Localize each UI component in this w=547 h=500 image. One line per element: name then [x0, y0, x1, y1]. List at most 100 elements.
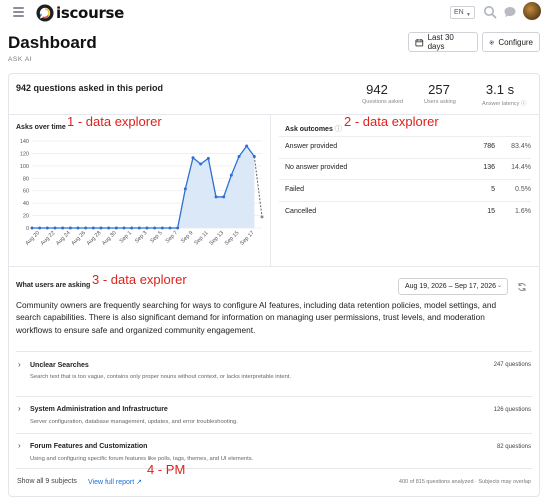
- annotation-2: 2 - data explorer: [344, 114, 439, 129]
- analyzed-count: 400 of 815 questions analyzed · Subjects…: [398, 479, 531, 485]
- y-tick-label: 80: [23, 176, 29, 182]
- y-tick-label: 60: [23, 189, 29, 195]
- data-point: [183, 187, 187, 191]
- outcome-percent: 1.6%: [515, 208, 531, 215]
- data-point: [76, 226, 80, 230]
- outcome-percent: 14.4%: [511, 164, 531, 171]
- y-tick-label: 100: [20, 164, 29, 170]
- ask-outcomes-label: Ask outcomes: [285, 126, 333, 133]
- chevron-right-icon[interactable]: ›: [18, 441, 21, 450]
- data-point: [114, 226, 118, 230]
- stat-label: Answer latency ⓘ: [482, 99, 526, 107]
- x-tick-label: Aug 30: [101, 230, 118, 247]
- topic-description: Server configuration, database managemen…: [30, 419, 238, 425]
- data-point: [237, 155, 241, 159]
- logo-text: iscourse: [56, 4, 125, 22]
- search-icon[interactable]: [483, 5, 497, 19]
- view-full-report-label: View full report: [88, 479, 135, 486]
- chevron-right-icon[interactable]: ›: [18, 360, 21, 369]
- stat-value: 3.1 s: [485, 82, 515, 97]
- data-point: [61, 226, 65, 230]
- row-divider: [279, 136, 531, 137]
- calendar-icon: [415, 38, 424, 46]
- topic-count: 126 questions: [493, 407, 531, 413]
- asks-over-time-title: Asks over time: [16, 124, 66, 131]
- outcome-label: No answer provided: [285, 164, 348, 171]
- x-tick-label: Sep 5: [149, 230, 163, 244]
- chevron-down-icon: ▼: [466, 12, 471, 18]
- menu-icon[interactable]: [13, 7, 24, 17]
- x-tick-label: Sep 9: [180, 230, 194, 244]
- ask-outcomes-title: Ask outcomes ⓘ: [285, 124, 342, 134]
- divider: [16, 396, 532, 397]
- y-tick-label: 140: [20, 139, 29, 145]
- x-tick-label: Sep 3: [134, 230, 148, 244]
- info-icon[interactable]: ⓘ: [335, 126, 342, 133]
- stat-value: 942: [366, 82, 388, 97]
- configure-button[interactable]: Configure: [482, 32, 540, 52]
- row-divider: [279, 179, 531, 180]
- topic-count: 247 questions: [493, 362, 531, 368]
- logo[interactable]: iscourse: [36, 4, 124, 22]
- view-full-report-link[interactable]: View full report ↗: [88, 478, 142, 486]
- x-tick-label: Sep 13: [209, 230, 226, 247]
- external-link-icon: ↗: [136, 479, 142, 486]
- info-icon[interactable]: ⓘ: [521, 101, 527, 107]
- data-point: [153, 226, 157, 230]
- stat-users-asking: 257 Users asking: [424, 82, 456, 105]
- stat-answer-latency: 3.1 s Answer latency ⓘ: [482, 82, 526, 107]
- top-bar: iscourse EN ▼: [0, 0, 547, 26]
- stat-label-text: Answer latency: [482, 101, 520, 107]
- date-period-button[interactable]: Last 30 days: [408, 32, 478, 52]
- annotation-1: 1 - data explorer: [67, 114, 162, 129]
- page-subtitle: ASK AI: [8, 56, 33, 63]
- users-asking-title: What users are asking: [16, 282, 91, 289]
- stat-questions-asked: 942 Questions asked: [362, 82, 403, 105]
- divider: [16, 351, 532, 352]
- language-value: EN: [454, 9, 464, 16]
- y-tick-label: 120: [20, 151, 29, 157]
- outcome-percent: 0.5%: [515, 186, 531, 193]
- outcome-row: No answer provided 136 14.4%: [285, 162, 531, 176]
- data-point: [122, 226, 126, 230]
- language-select[interactable]: EN ▼: [450, 6, 475, 19]
- date-range-select[interactable]: Aug 19, 2026 – Sep 17, 2026 ⌄: [398, 278, 508, 295]
- stat-label: Users asking: [424, 99, 456, 105]
- data-point: [176, 226, 180, 230]
- data-point: [191, 156, 195, 160]
- data-point: [206, 156, 210, 160]
- y-tick-label: 20: [23, 214, 29, 220]
- outcome-row: Answer provided 786 83.4%: [285, 141, 531, 155]
- x-tick-label: Sep 11: [193, 230, 209, 246]
- configure-label: Configure: [498, 37, 533, 47]
- x-tick-label: Sep 1: [119, 230, 133, 244]
- outcome-count: 136: [483, 164, 495, 171]
- chevron-right-icon[interactable]: ›: [18, 404, 21, 413]
- divider: [9, 266, 539, 267]
- data-point: [145, 226, 149, 230]
- row-divider: [279, 201, 531, 202]
- date-period-label: Last 30 days: [427, 33, 454, 51]
- data-point: [260, 215, 264, 219]
- data-point: [168, 226, 172, 230]
- data-point: [137, 226, 141, 230]
- annotation-4: 4 - PM: [147, 462, 186, 477]
- x-tick-label: Sep 7: [165, 230, 179, 244]
- outcome-label: Failed: [285, 186, 305, 193]
- annotation-3: 3 - data explorer: [92, 272, 187, 287]
- chevron-down-icon: ⌄: [496, 283, 502, 289]
- refresh-icon[interactable]: [517, 282, 527, 292]
- divider: [16, 433, 532, 434]
- user-avatar[interactable]: [523, 2, 541, 20]
- data-point: [229, 173, 233, 177]
- divider: [16, 468, 532, 469]
- data-point: [45, 226, 49, 230]
- stat-label: Questions asked: [362, 99, 403, 105]
- outcome-percent: 83.4%: [511, 143, 531, 150]
- show-all-subjects-button[interactable]: Show all 9 subjects: [17, 478, 77, 485]
- topic-count: 82 questions: [496, 444, 531, 450]
- chat-icon[interactable]: [503, 5, 517, 19]
- row-divider: [279, 158, 531, 159]
- outcome-count: 15: [487, 208, 495, 215]
- gear-icon: [489, 39, 494, 45]
